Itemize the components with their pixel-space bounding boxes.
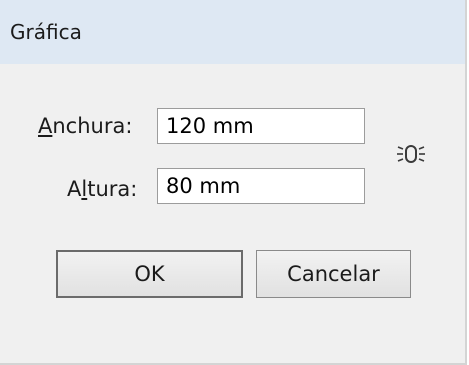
height-input[interactable] [157,168,365,204]
ok-button[interactable]: OK [56,250,243,298]
width-label-text: nchura: [52,114,133,138]
cancel-button[interactable]: Cancelar [256,250,411,298]
height-label-prefix: A [67,177,82,201]
link-proportions-icon-graphic [397,145,425,163]
height-label-text: tura: [87,177,138,201]
width-label: Anchura: [38,114,132,138]
dialog-title: Gráfica [10,20,82,44]
width-input[interactable] [157,108,365,144]
dialog-titlebar: Gráfica [0,0,465,64]
height-label: Altura: [67,177,137,201]
width-label-mnemonic: A [38,114,53,138]
link-proportions-icon[interactable] [394,140,428,168]
graphic-size-dialog: Gráfica Anchura: Altura: OK Cancelar [0,0,467,365]
